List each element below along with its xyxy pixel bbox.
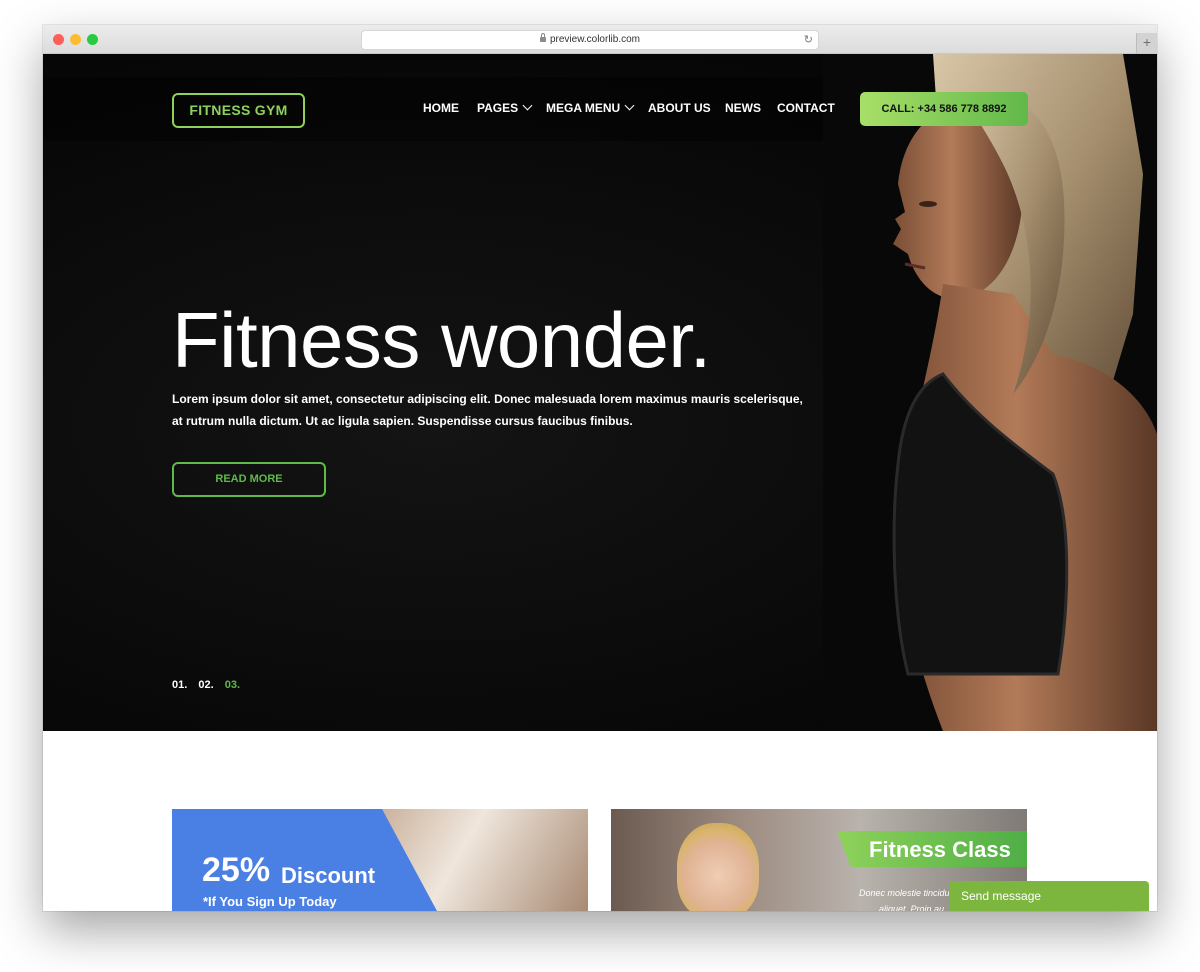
hero-headline: Fitness wonder. bbox=[172, 296, 711, 384]
site-logo[interactable]: FITNESS GYM bbox=[172, 93, 305, 128]
fitness-class-text: Donec molestie tincidu aliquet. Proin au bbox=[859, 885, 950, 911]
hero-lead-text: Lorem ipsum dolor sit amet, consectetur … bbox=[172, 392, 803, 428]
discount-label: Discount bbox=[281, 863, 376, 888]
slide-indicator-3[interactable]: 03. bbox=[225, 679, 240, 691]
maximize-window-button[interactable] bbox=[87, 34, 98, 45]
discount-card[interactable]: 25% Discount *If You Sign Up Today bbox=[172, 809, 588, 911]
chevron-down-icon bbox=[522, 100, 533, 111]
discount-subtext: *If You Sign Up Today bbox=[203, 894, 337, 909]
nav-home-label: HOME bbox=[423, 101, 459, 115]
send-message-chat-button[interactable]: Send message bbox=[949, 881, 1149, 911]
nav-mega-menu[interactable]: MEGA MENU bbox=[546, 100, 635, 115]
nav-mega-menu-label: MEGA MENU bbox=[546, 101, 621, 115]
nav-pages-label: PAGES bbox=[477, 101, 519, 115]
hero-section: FITNESS GYM HOME PAGES MEGA MENU ABOUT U… bbox=[43, 54, 1157, 731]
minimize-window-button[interactable] bbox=[70, 34, 81, 45]
new-tab-button[interactable]: + bbox=[1136, 33, 1157, 53]
browser-window: preview.colorlib.com ↻ + FITNESS GYM HOM… bbox=[43, 25, 1157, 911]
reload-icon[interactable]: ↻ bbox=[804, 31, 813, 49]
discount-percent: 25% bbox=[202, 851, 271, 889]
browser-titlebar: preview.colorlib.com ↻ + bbox=[43, 25, 1157, 54]
slide-indicator-1[interactable]: 01. bbox=[172, 679, 187, 691]
hero-portrait-image bbox=[823, 54, 1157, 731]
slide-pagination: 01. 02. 03. bbox=[172, 679, 248, 691]
fitness-class-title: Fitness Class bbox=[869, 837, 1011, 862]
fitness-class-text-line-1: Donec molestie tincidu bbox=[859, 888, 950, 898]
nav-contact-label: CONTACT bbox=[777, 101, 835, 115]
read-more-button[interactable]: READ MORE bbox=[172, 462, 326, 497]
call-button[interactable]: CALL: +34 586 778 8892 bbox=[860, 92, 1028, 126]
nav-about-us-label: ABOUT US bbox=[648, 101, 711, 115]
nav-news-label: NEWS bbox=[725, 101, 761, 115]
nav-about-us[interactable]: ABOUT US bbox=[648, 101, 711, 115]
nav-news[interactable]: NEWS bbox=[725, 101, 761, 115]
fitness-class-photo bbox=[677, 823, 759, 911]
nav-home[interactable]: HOME bbox=[423, 101, 459, 115]
nav-pages[interactable]: PAGES bbox=[477, 100, 533, 115]
address-bar[interactable]: preview.colorlib.com ↻ bbox=[361, 30, 819, 50]
nav-contact[interactable]: CONTACT bbox=[777, 101, 835, 115]
url-text: preview.colorlib.com bbox=[549, 34, 641, 45]
fitness-class-text-line-2: aliquet. Proin au bbox=[879, 904, 945, 911]
chevron-down-icon bbox=[624, 100, 635, 111]
lock-icon bbox=[539, 33, 546, 42]
close-window-button[interactable] bbox=[53, 34, 64, 45]
slide-indicator-2[interactable]: 02. bbox=[198, 679, 213, 691]
